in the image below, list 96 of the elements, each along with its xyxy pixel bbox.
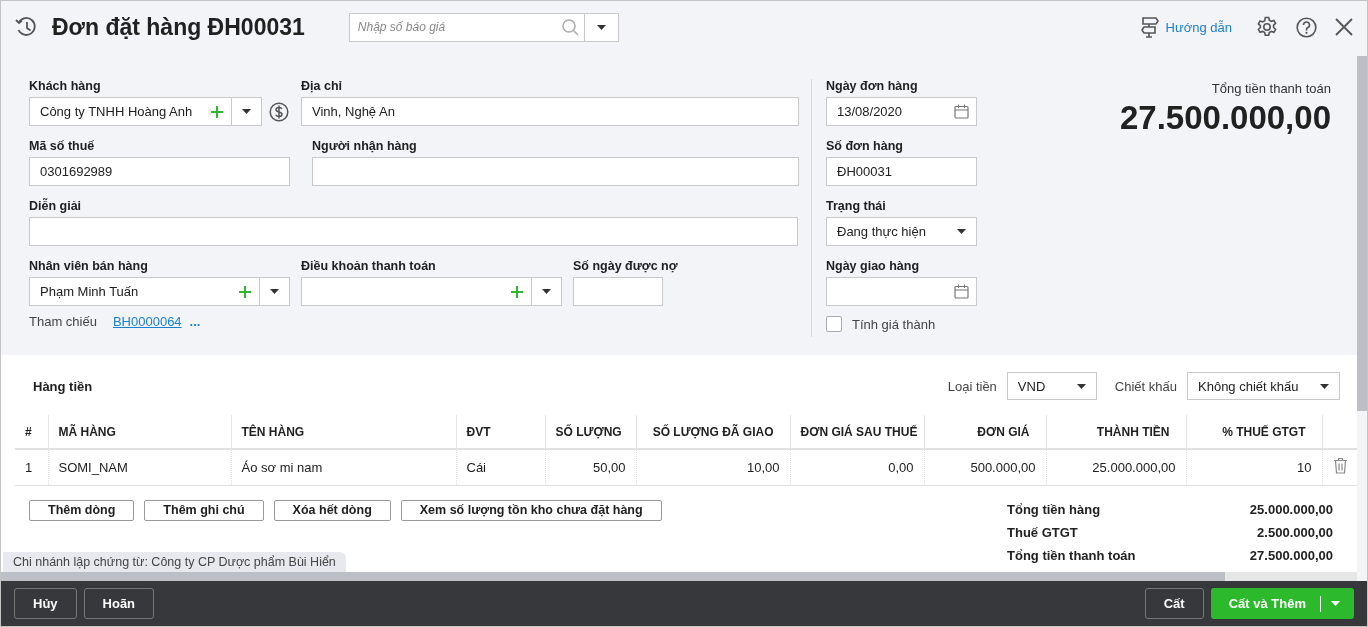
column-header: #	[15, 415, 48, 449]
action-button[interactable]: Thêm ghi chú	[144, 499, 264, 521]
input-field[interactable]: 0301692989	[29, 157, 290, 186]
field-label: Số ngày được nợ	[573, 259, 679, 274]
table-cell: 10,00	[636, 449, 790, 485]
action-button[interactable]: Thêm dòng	[29, 499, 135, 521]
reference-label: Tham chiếu	[29, 314, 97, 329]
caret-icon[interactable]	[242, 109, 251, 114]
input-field[interactable]: Vinh, Nghệ An	[301, 97, 799, 126]
date-field[interactable]	[826, 277, 977, 306]
help-icon[interactable]	[1296, 16, 1317, 38]
field-label: Người nhận hàng	[312, 139, 418, 154]
guide-link[interactable]: Hướng dẫn	[1139, 16, 1232, 38]
field-label: Mã số thuế	[29, 139, 96, 154]
table-cell: 500.000,00	[924, 449, 1046, 485]
table-cell: SOMI_NAM	[48, 449, 231, 485]
total-label: Tổng tiền thanh toán	[1211, 81, 1331, 96]
caret-icon[interactable]	[542, 289, 551, 294]
field-label: Số đơn hàng	[826, 139, 904, 154]
signpost-icon	[1139, 16, 1160, 38]
table-cell: 0,00	[790, 449, 924, 485]
plus-icon[interactable]	[511, 285, 523, 298]
total-amount: 27.500.000,00	[1119, 99, 1331, 137]
caret-icon	[1331, 601, 1340, 606]
field-label: Điều khoản thanh toán	[301, 259, 437, 274]
table-cell: 50,00	[545, 449, 636, 485]
history-icon	[14, 15, 38, 39]
column-header: SỐ LƯỢNG ĐÃ GIAO	[636, 415, 790, 449]
table-cell: Cái	[456, 449, 545, 485]
save-button[interactable]: Cất	[1144, 588, 1204, 619]
summary-value: 2.500.000,00	[1257, 524, 1333, 540]
select-label: Loại tiền	[947, 378, 997, 394]
dropdown-button[interactable]	[584, 12, 619, 42]
select-field[interactable]: Đang thực hiện	[826, 217, 977, 246]
search-icon	[561, 18, 579, 36]
page-title: Đơn đặt hàng ĐH00031	[52, 13, 305, 41]
action-button[interactable]: Xem số lượng tồn kho chưa đặt hàng	[400, 499, 662, 521]
column-header: TÊN HÀNG	[231, 415, 456, 449]
close-icon[interactable]	[1335, 18, 1353, 36]
field-label: Ngày đơn hàng	[826, 79, 919, 94]
select-label: Chiết khấu	[1114, 378, 1177, 394]
caret-icon	[596, 24, 606, 30]
field-label: Khách hàng	[29, 79, 102, 94]
plus-icon[interactable]	[239, 285, 251, 298]
input-field[interactable]	[29, 217, 798, 246]
footer-button[interactable]: Hủy	[14, 588, 77, 619]
summary-value: 27.500.000,00	[1249, 547, 1333, 563]
select-field[interactable]: Không chiết khấu	[1187, 372, 1340, 400]
caret-icon	[957, 229, 966, 234]
combo-field[interactable]: Phạm Minh Tuấn	[29, 277, 290, 306]
footer-button[interactable]: Hoãn	[83, 588, 155, 619]
combo-field[interactable]	[301, 277, 562, 306]
column-header: THÀNH TIỀN	[1046, 415, 1186, 449]
trash-icon[interactable]	[1332, 457, 1348, 475]
date-field[interactable]: 13/08/2020	[826, 97, 977, 126]
reference-link[interactable]: BH0000064	[112, 314, 182, 329]
field-label: Ngày giao hàng	[826, 259, 921, 274]
calendar-icon[interactable]	[954, 284, 969, 299]
input-field[interactable]	[573, 277, 663, 306]
field-label: Diễn giải	[29, 199, 83, 214]
table-cell: 10	[1186, 449, 1322, 485]
summary-label: Thuế GTGT	[1007, 524, 1078, 540]
plus-icon[interactable]	[211, 105, 223, 118]
summary-label: Tổng tiền thanh toán	[1007, 547, 1136, 563]
calendar-icon[interactable]	[954, 104, 969, 119]
column-header: ĐVT	[456, 415, 545, 449]
search-field[interactable]: Nhập số báo giá	[348, 12, 585, 42]
table-cell: 1	[15, 449, 48, 485]
combo-field[interactable]: Công ty TNHH Hoàng Anh	[29, 97, 262, 126]
input-field[interactable]	[312, 157, 799, 186]
column-header: MÃ HÀNG	[48, 415, 231, 449]
checkbox[interactable]	[826, 316, 842, 332]
table-cell: 25.000.000,00	[1046, 449, 1186, 485]
field-label: Trạng thái	[826, 199, 887, 214]
vertical-scrollbar[interactable]	[1357, 56, 1367, 411]
column-header: ĐƠN GIÁ	[924, 415, 1046, 449]
caret-icon[interactable]	[270, 289, 279, 294]
table-cell: Áo sơ mi nam	[231, 449, 456, 485]
column-header: % THUẾ GTGT	[1186, 415, 1322, 449]
section-title: Hàng tiền	[33, 378, 93, 394]
summary-label: Tổng tiền hàng	[1007, 501, 1101, 517]
summary-value: 25.000.000,00	[1249, 501, 1333, 517]
action-button[interactable]: Xóa hết dòng	[273, 499, 391, 521]
checkbox-label: Tính giá thành	[852, 316, 936, 332]
column-header: ĐƠN GIÁ SAU THUẾ	[790, 415, 924, 449]
caret-icon	[1076, 383, 1086, 389]
field-label: Địa chỉ	[301, 79, 343, 94]
dollar-icon[interactable]	[269, 101, 289, 122]
more-link[interactable]: ...	[189, 314, 201, 329]
settings-icon[interactable]	[1256, 16, 1278, 38]
column-header: SỐ LƯỢNG	[545, 415, 636, 449]
select-field[interactable]: VND	[1006, 372, 1097, 400]
caret-icon	[1320, 383, 1329, 389]
field-label: Nhân viên bán hàng	[29, 259, 149, 274]
input-field[interactable]: ĐH00031	[826, 157, 977, 186]
horizontal-scrollbar[interactable]	[1, 572, 1357, 581]
